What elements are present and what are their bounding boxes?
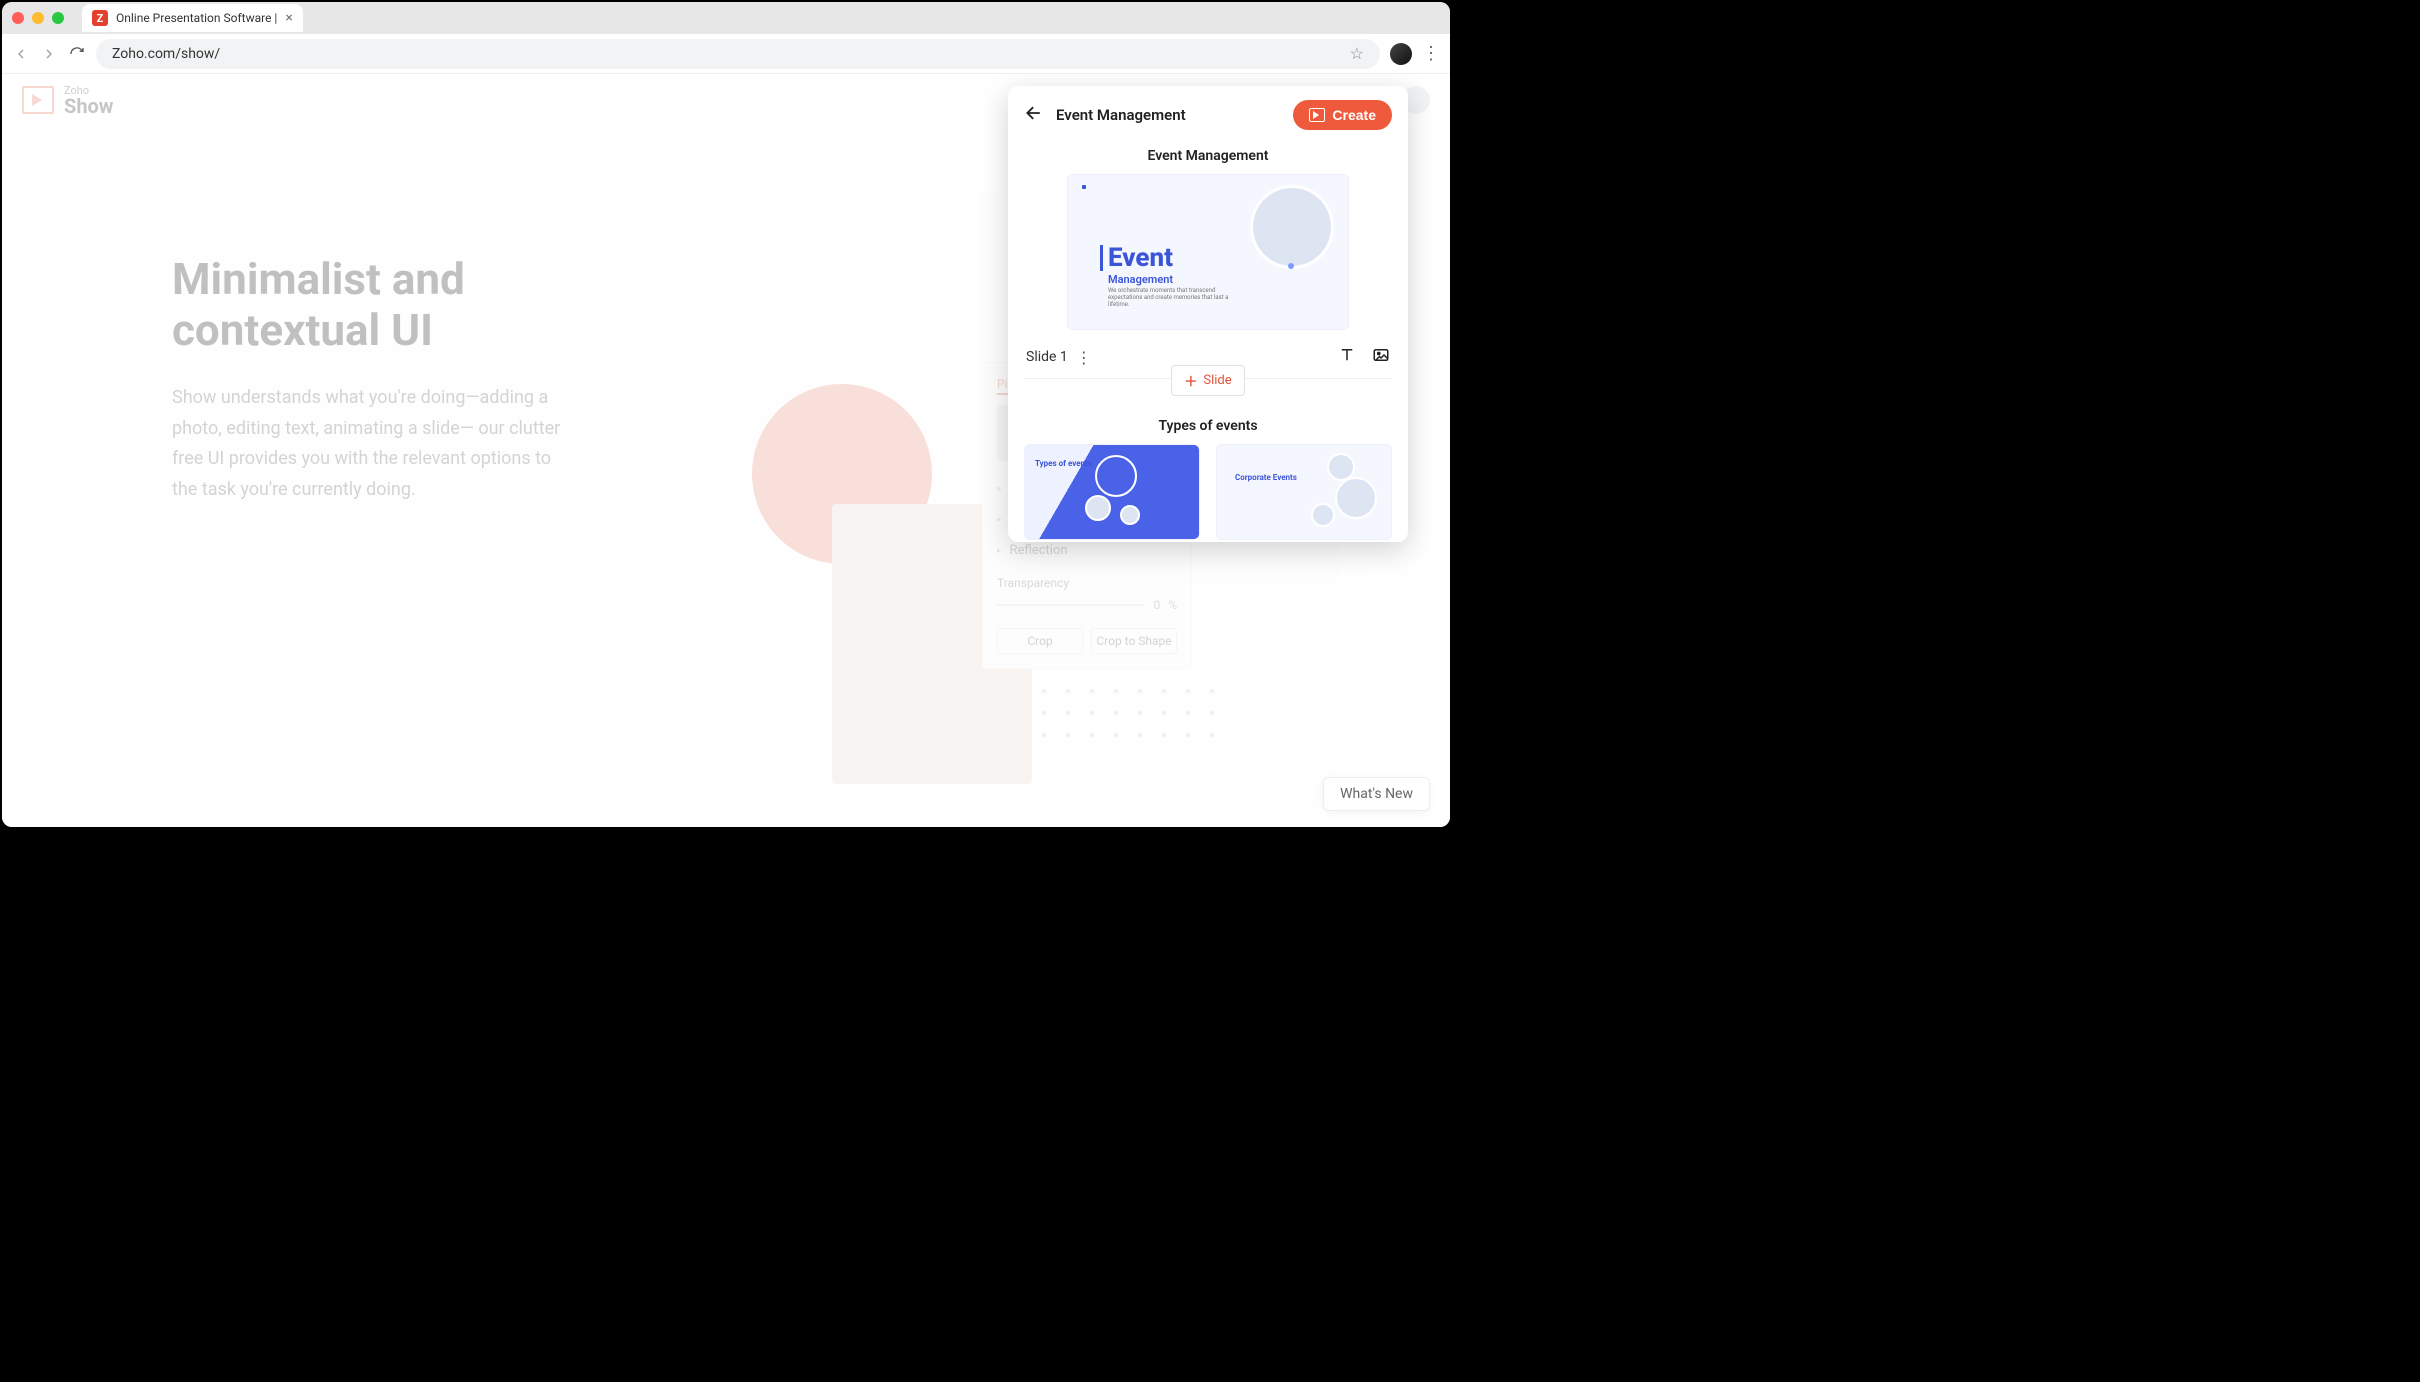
panel-title: Event Management: [1056, 106, 1281, 124]
reload-button[interactable]: [68, 45, 86, 63]
crop-shape-button[interactable]: Crop to Shape: [1091, 628, 1177, 654]
decorative-dot: [1288, 263, 1294, 269]
close-window-icon[interactable]: [12, 12, 24, 24]
slide-description: We orchestrate moments that transcend ex…: [1108, 287, 1238, 309]
slide-thumbnails: Types of events Corporate Events: [1024, 444, 1392, 540]
thumbnail-image-icon: [1095, 455, 1137, 497]
chevron-right-icon: ▸: [997, 515, 1002, 525]
template-preview-panel: Event Management Create Event Management…: [1008, 86, 1408, 542]
section-title: Event Management: [1024, 148, 1392, 164]
slide-image-placeholder: [1250, 185, 1334, 269]
thumbnail-title: Types of events: [1035, 459, 1092, 468]
hero-body: Show understands what you're doing—addin…: [172, 383, 572, 505]
option-reflection[interactable]: ▸Reflection: [997, 543, 1177, 558]
transparency-unit: %: [1168, 598, 1177, 612]
window-controls: [12, 12, 64, 24]
brand[interactable]: Zoho Show: [22, 85, 114, 116]
browser-tab[interactable]: Z Online Presentation Software | ×: [82, 4, 303, 32]
bookmark-icon[interactable]: ☆: [1350, 44, 1364, 63]
image-tool-icon[interactable]: [1372, 346, 1390, 368]
minimize-window-icon[interactable]: [32, 12, 44, 24]
back-button[interactable]: [12, 45, 30, 63]
browser-tabbar: Z Online Presentation Software | ×: [2, 2, 1450, 34]
create-button-label: Create: [1332, 107, 1376, 123]
slide-thumbnail[interactable]: Corporate Events: [1216, 444, 1392, 540]
add-slide-button[interactable]: ＋ Slide: [1171, 365, 1244, 396]
thumbnail-title: Corporate Events: [1235, 473, 1297, 482]
profile-avatar-icon[interactable]: [1390, 43, 1412, 65]
panel-header: Event Management Create: [1008, 86, 1408, 144]
transparency-slider[interactable]: 0 %: [997, 598, 1177, 612]
browser-menu-icon[interactable]: ⋮: [1422, 43, 1440, 64]
slide-menu-icon[interactable]: ⋮: [1076, 348, 1092, 367]
brand-logo-icon: [22, 86, 54, 114]
brand-big: Show: [64, 96, 114, 116]
browser-toolbar: Zoho.com/show/ ☆ ⋮: [2, 34, 1450, 74]
decorative-dot: [1082, 185, 1086, 189]
crop-button[interactable]: Crop: [997, 628, 1083, 654]
favicon-icon: Z: [92, 10, 108, 26]
create-button[interactable]: Create: [1293, 100, 1392, 130]
maximize-window-icon[interactable]: [52, 12, 64, 24]
slide-thumbnail[interactable]: Types of events: [1024, 444, 1200, 540]
plus-icon: ＋: [1184, 371, 1197, 390]
chevron-right-icon: ▸: [997, 546, 1002, 556]
tab-close-icon[interactable]: ×: [285, 10, 292, 26]
slide-title: Event: [1100, 245, 1173, 271]
tab-title: Online Presentation Software |: [116, 11, 277, 25]
url-input[interactable]: Zoho.com/show/ ☆: [96, 39, 1380, 69]
slide-subtitle: Management: [1108, 273, 1173, 286]
url-text: Zoho.com/show/: [112, 46, 220, 62]
chevron-right-icon: ▸: [997, 484, 1002, 494]
page-content: Zoho Show Features▾ Templates Minimalist…: [2, 74, 1450, 827]
text-tool-icon[interactable]: [1338, 346, 1356, 368]
slide-icon: [1309, 108, 1325, 122]
thumbnail-image-icon: [1120, 505, 1140, 525]
thumbnail-image-icon: [1085, 495, 1111, 521]
whats-new-label: What's New: [1340, 786, 1413, 802]
thumbnail-image-icon: [1335, 477, 1377, 519]
whats-new-button[interactable]: What's New: [1323, 777, 1430, 811]
slide-preview-main[interactable]: Event Management We orchestrate moments …: [1067, 174, 1349, 330]
slide-label: Slide 1: [1026, 349, 1068, 365]
add-slide-label: Slide: [1203, 373, 1231, 388]
brand-text: Zoho Show: [64, 85, 114, 116]
transparency-value: 0: [1153, 598, 1160, 612]
transparency-label: Transparency: [997, 576, 1177, 590]
thumbnail-image-icon: [1311, 503, 1335, 527]
decorative-dot-grid: [1042, 689, 1216, 737]
forward-button[interactable]: [40, 45, 58, 63]
back-button[interactable]: [1024, 103, 1044, 128]
section-title: Types of events: [1024, 418, 1392, 434]
